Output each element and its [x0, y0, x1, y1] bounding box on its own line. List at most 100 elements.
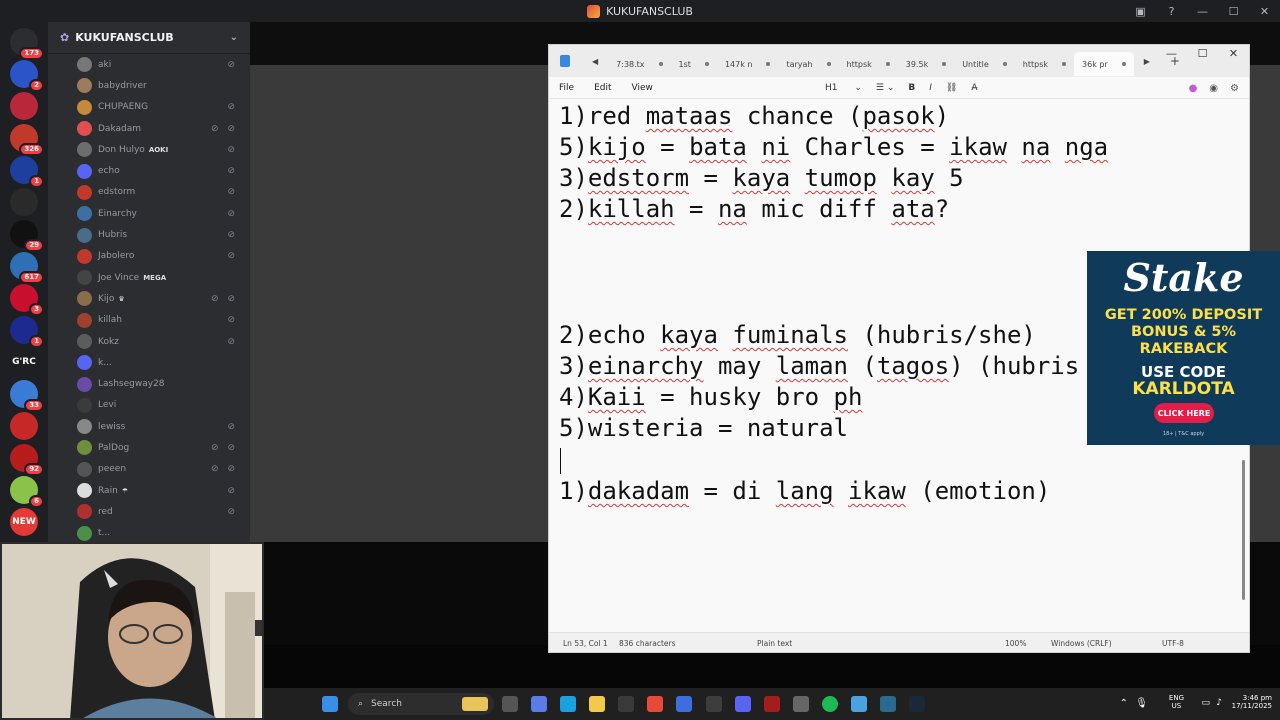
discord-icon[interactable] — [735, 696, 751, 712]
search-box[interactable]: ⌕ Search — [348, 693, 494, 715]
voice-member[interactable]: Dakadam ⊘ ⊘ — [48, 118, 250, 139]
volume-icon[interactable]: ♪ — [1216, 698, 1222, 708]
server-icon-5[interactable]: 1 — [10, 156, 44, 188]
steam-icon[interactable] — [909, 696, 925, 712]
server-icon-15[interactable]: 6 — [10, 476, 44, 508]
server-icon-6[interactable] — [10, 188, 38, 216]
voice-member[interactable]: Joe Vince MEGA — [48, 267, 250, 288]
app-icon-4[interactable] — [880, 696, 896, 712]
voice-member[interactable]: lewiss ⊘ — [48, 416, 250, 437]
ad-click-button[interactable]: CLICK HERE — [1154, 403, 1214, 423]
server-icon-14[interactable]: 92 — [10, 444, 44, 476]
document-tab[interactable]: httpsk — [1015, 52, 1074, 76]
voice-member[interactable]: Kokz ⊘ — [48, 331, 250, 352]
np-minimize-button[interactable]: — — [1156, 45, 1187, 65]
language-indicator[interactable]: ENG US — [1169, 694, 1184, 710]
chrome-icon[interactable] — [647, 696, 663, 712]
bold-button[interactable]: B — [908, 83, 915, 93]
voice-member[interactable]: echo ⊘ — [48, 160, 250, 181]
voice-member[interactable]: CHUPAENG ⊘ — [48, 97, 250, 118]
voice-member[interactable]: Lashsegway28 — [48, 373, 250, 394]
scroll-tabs-left-icon[interactable]: ◀ — [592, 57, 598, 66]
unsaved-dot-icon[interactable] — [1002, 62, 1007, 66]
unsaved-dot-icon[interactable] — [658, 62, 663, 66]
copilot-icon[interactable]: ● — [1189, 83, 1198, 94]
list-dropdown-icon[interactable]: ☰ ⌄ — [876, 83, 894, 93]
copilot-app-icon[interactable] — [531, 696, 547, 712]
voice-member[interactable]: PalDog ⊘ ⊘ — [48, 437, 250, 458]
np-maximize-button[interactable]: ☐ — [1187, 45, 1218, 65]
server-icon-10[interactable]: 1 — [10, 316, 44, 348]
voice-member[interactable]: k... — [48, 352, 250, 373]
document-tab[interactable]: 147k n — [717, 52, 779, 76]
minimize-button[interactable]: — — [1187, 5, 1218, 18]
help-icon[interactable]: ? — [1156, 5, 1187, 18]
italic-button[interactable]: I — [929, 83, 932, 93]
file-explorer-icon[interactable] — [589, 696, 605, 712]
server-icon-4[interactable]: 326 — [10, 124, 44, 156]
server-icon-16[interactable]: NEW — [10, 508, 38, 536]
server-icon-2[interactable]: 2 — [10, 60, 44, 92]
clear-format-icon[interactable]: A̶ — [971, 83, 977, 93]
document-tab[interactable]: Untitle — [954, 52, 1015, 76]
menu-view[interactable]: View — [632, 83, 653, 93]
chevron-down-icon[interactable]: ⌄ — [230, 32, 238, 43]
edge-icon[interactable] — [560, 696, 576, 712]
voice-member[interactable]: Rain ☂ ⊘ — [48, 480, 250, 501]
notepad-taskbar-icon[interactable] — [851, 696, 867, 712]
app-icon-3[interactable] — [793, 696, 809, 712]
document-tab[interactable]: httpsk — [839, 52, 898, 76]
spotify-icon[interactable] — [822, 696, 838, 712]
account-icon[interactable]: ◉ — [1209, 83, 1218, 94]
server-header[interactable]: ✿ KUKUFANSCLUB ⌄ — [48, 22, 250, 54]
unsaved-dot-icon[interactable] — [704, 62, 709, 66]
server-icon-7[interactable]: 29 — [10, 220, 44, 252]
close-button[interactable]: ✕ — [1249, 5, 1280, 18]
scroll-tabs-right-icon[interactable]: ▶ — [1144, 57, 1150, 66]
link-icon[interactable]: ⛓ — [946, 83, 957, 93]
unsaved-dot-icon[interactable] — [1062, 62, 1067, 66]
document-tab[interactable]: 7:38.tx — [608, 52, 670, 76]
unsaved-dot-icon[interactable] — [826, 62, 831, 66]
app-icon-1[interactable] — [706, 696, 722, 712]
voice-member[interactable]: Hubris ⊘ — [48, 224, 250, 245]
mail-icon[interactable] — [676, 696, 692, 712]
server-icon-8[interactable]: 617 — [10, 252, 44, 284]
voice-member[interactable]: aki ⊘ — [48, 54, 250, 75]
np-close-button[interactable]: ✕ — [1218, 45, 1249, 65]
server-icon-3[interactable] — [10, 92, 38, 120]
network-icon[interactable]: ▭ — [1201, 698, 1210, 708]
voice-member[interactable]: t... — [48, 523, 250, 544]
unsaved-dot-icon[interactable] — [1121, 62, 1126, 66]
settings-gear-icon[interactable]: ⚙ — [1230, 83, 1239, 94]
server-icon-9[interactable]: 3 — [10, 284, 44, 316]
menu-file[interactable]: File — [559, 83, 574, 93]
unsaved-dot-icon[interactable] — [766, 62, 771, 66]
document-tab[interactable]: 36k pr — [1074, 52, 1134, 76]
voice-member[interactable]: killah ⊘ — [48, 310, 250, 331]
document-tab[interactable]: 39.5k — [898, 52, 954, 76]
voice-member[interactable]: Levi — [48, 395, 250, 416]
app-icon-2[interactable] — [764, 696, 780, 712]
store-icon[interactable] — [618, 696, 634, 712]
mic-icon[interactable]: 🎙 — [1135, 698, 1148, 709]
unsaved-dot-icon[interactable] — [885, 62, 890, 66]
voice-member[interactable]: Jabolero ⊘ — [48, 246, 250, 267]
voice-member[interactable]: peeen ⊘ ⊘ — [48, 459, 250, 480]
text-format[interactable]: Plain text — [757, 639, 792, 648]
maximize-button[interactable]: ☐ — [1218, 5, 1249, 18]
inbox-icon[interactable]: ▣ — [1125, 5, 1156, 18]
clock[interactable]: 3:46 pm 17/11/2025 — [1232, 694, 1272, 710]
zoom-level[interactable]: 100% — [1005, 639, 1026, 648]
start-icon[interactable] — [322, 696, 338, 712]
voice-member[interactable]: Don Hulyo AOKI ⊘ — [48, 139, 250, 160]
menu-edit[interactable]: Edit — [594, 83, 611, 93]
line-ending[interactable]: Windows (CRLF) — [1051, 639, 1112, 648]
document-tab[interactable]: taryah — [778, 52, 838, 76]
task-view-icon[interactable] — [502, 696, 518, 712]
voice-member[interactable]: babydriver — [48, 75, 250, 96]
server-icon-12[interactable]: 33 — [10, 380, 44, 412]
server-icon-1[interactable]: 173 — [10, 28, 44, 60]
heading-dropdown[interactable]: H1 ⌄ — [825, 83, 862, 93]
document-tab[interactable]: 1st — [671, 52, 717, 76]
